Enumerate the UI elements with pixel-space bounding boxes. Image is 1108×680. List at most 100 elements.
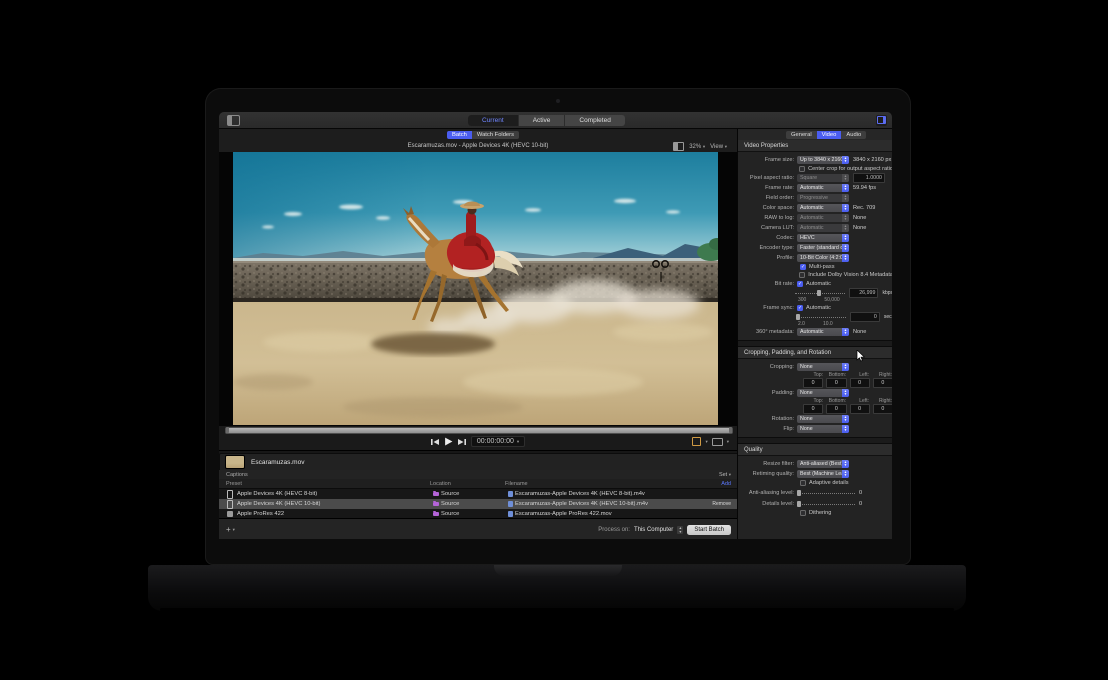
tab-general[interactable]: General [786,131,817,139]
quad-value-field[interactable]: 0 [826,404,846,414]
slider-track[interactable] [797,490,855,496]
slider-row: 0sec. [738,312,892,321]
preset-location: Source [433,491,508,497]
dropdown-encodertype[interactable]: Faster (standard qua…▲▼ [797,244,849,252]
preset-filename: Escaramuzas-Apple ProRes 422.mov [508,511,737,517]
marker-icon[interactable] [692,437,701,446]
process-on-value[interactable]: This Computer [634,527,673,533]
chevron-updown-icon: ▲▼ [842,184,849,192]
quad-value-field[interactable]: 0 [803,378,823,388]
quad-value-field[interactable]: 0 [826,378,846,388]
property-label: Profile: [738,255,797,261]
play-button[interactable] [444,437,453,446]
quad-value-field[interactable]: 0 [850,378,870,388]
checkbox-adaptive-details[interactable] [800,480,806,486]
chevron-updown-icon: ▲▼ [842,389,849,397]
marker-dropdown-arrow[interactable]: ▾ [705,439,707,445]
quad-value-field[interactable]: 0 [873,404,892,414]
quad-value-field[interactable]: 0 [850,404,870,414]
checkbox-automatic[interactable]: ✓ [797,281,803,287]
compare-view-icon[interactable] [673,142,684,151]
checkbox-include-dolby-vision-8.4-metadata[interactable] [799,272,805,278]
chevron-updown-icon: ▲▼ [842,460,849,468]
chevron-updown-icon: ▲▼ [842,174,849,182]
chevron-updown-icon: ▲▼ [842,214,849,222]
add-job-button[interactable]: +▾ [226,525,235,534]
section-header: Cropping, Padding, and Rotation [738,347,892,359]
remove-link[interactable]: Remove [712,501,731,507]
file-icon [508,491,513,497]
job-row[interactable]: Escaramuzas.mov [219,453,739,471]
tab-batch[interactable]: Batch [447,131,472,139]
slider-thumb[interactable] [796,314,800,320]
display-dropdown-arrow[interactable]: ▾ [727,439,729,445]
tab-active[interactable]: Active [519,115,566,126]
scrub-end-handle[interactable] [729,427,732,433]
slider-thumb[interactable] [817,290,821,296]
tab-completed[interactable]: Completed [565,115,624,126]
slider-value-field[interactable]: 0 [850,312,879,322]
property-label: RAW to log: [738,215,797,221]
slider-track[interactable] [797,501,855,507]
property-row: Flip:None▲▼ [738,424,892,434]
captions-set-dropdown[interactable]: Set ▾ [719,472,731,478]
dropdown-rotation[interactable]: None▲▼ [797,415,849,423]
dropdown-360metadata[interactable]: Automatic▲▼ [797,328,849,336]
quad-value-field[interactable]: 0 [873,378,892,388]
slider-thumb[interactable] [797,490,801,496]
slider-value: 0 [859,501,862,507]
preset-row[interactable]: Apple Devices 4K (HEVC 10-bit)SourceEsca… [219,499,737,509]
slider-track[interactable] [796,314,847,320]
column-filename[interactable]: Filename [505,481,737,487]
preview-title: Escaramuzas.mov - Apple Devices 4K (HEVC… [219,140,737,152]
dropdown-flip[interactable]: None▲▼ [797,425,849,433]
dropdown-value: Automatic [797,204,842,212]
column-location[interactable]: Location [430,481,505,487]
dropdown-framesize[interactable]: Up to 3840 x 2160▲▼ [797,156,849,164]
preset-row[interactable]: Apple Devices 4K (HEVC 8-bit)SourceEscar… [219,489,737,499]
dropdown-colorspace[interactable]: Automatic▲▼ [797,204,849,212]
dropdown-framerate[interactable]: Automatic▲▼ [797,184,849,192]
checkbox-dithering[interactable] [800,510,806,516]
checkbox-multi-pass[interactable]: ✓ [800,264,806,270]
value-field[interactable]: 1.0000 [853,173,885,183]
checkbox-automatic[interactable]: ✓ [797,305,803,311]
column-preset[interactable]: Preset [226,481,430,487]
video-frame[interactable] [233,152,718,425]
property-label: Field order: [738,195,797,201]
tab-audio[interactable]: Audio [841,131,866,139]
dropdown-codec[interactable]: HEVC▲▼ [797,234,849,242]
tab-current[interactable]: Current [468,115,519,126]
process-on-stepper[interactable]: ▲▼ [677,526,683,534]
slider-thumb[interactable] [797,501,801,507]
batch-job-area: Escaramuzas.mov Captions Set ▾ Preset Lo… [219,450,737,519]
quad-value-field[interactable]: 0 [803,404,823,414]
slider-track[interactable] [795,290,845,296]
dropdown-padding[interactable]: None▲▼ [797,389,849,397]
scrub-start-handle[interactable] [226,427,229,433]
slider-value-field[interactable]: 26,999 [849,288,878,298]
timeline-scrubber[interactable] [225,427,733,434]
view-dropdown[interactable]: View ▾ [710,144,727,150]
tab-watch-folders[interactable]: Watch Folders [472,131,519,139]
dropdown-resizefilter[interactable]: Anti-aliased (Best)▲▼ [797,460,849,468]
previous-frame-button[interactable] [431,438,439,446]
add-output-link[interactable]: Add [721,481,731,487]
display-icon[interactable] [712,438,723,446]
dropdown-cropping[interactable]: None▲▼ [797,363,849,371]
laptop-lid-notch [494,565,622,576]
checkbox-center-crop-for-output-aspect-ratio[interactable] [799,166,805,172]
preview-viewport [219,152,737,426]
zoom-level-dropdown[interactable]: 32% ▾ [689,144,705,150]
dropdown-retimingquality[interactable]: Best (Machine Learni…▲▼ [797,470,849,478]
quality-slider-row: Anti-aliasing level:0 [738,487,892,498]
next-frame-button[interactable] [458,438,466,446]
tab-video[interactable]: Video [817,131,842,139]
dropdown-profile[interactable]: 10-Bit Color (4:2:0)▲▼ [797,254,849,262]
inspector-toggle-button[interactable] [876,115,887,126]
filename-text: Escaramuzas-Apple Devices 4K (HEVC 8-bit… [515,491,645,497]
job-filename: Escaramuzas.mov [251,459,304,466]
start-batch-button[interactable]: Start Batch [687,525,731,535]
sidebar-toggle-icon[interactable] [227,115,240,126]
timecode-display[interactable]: 00:00:00:00▾ [471,436,525,447]
